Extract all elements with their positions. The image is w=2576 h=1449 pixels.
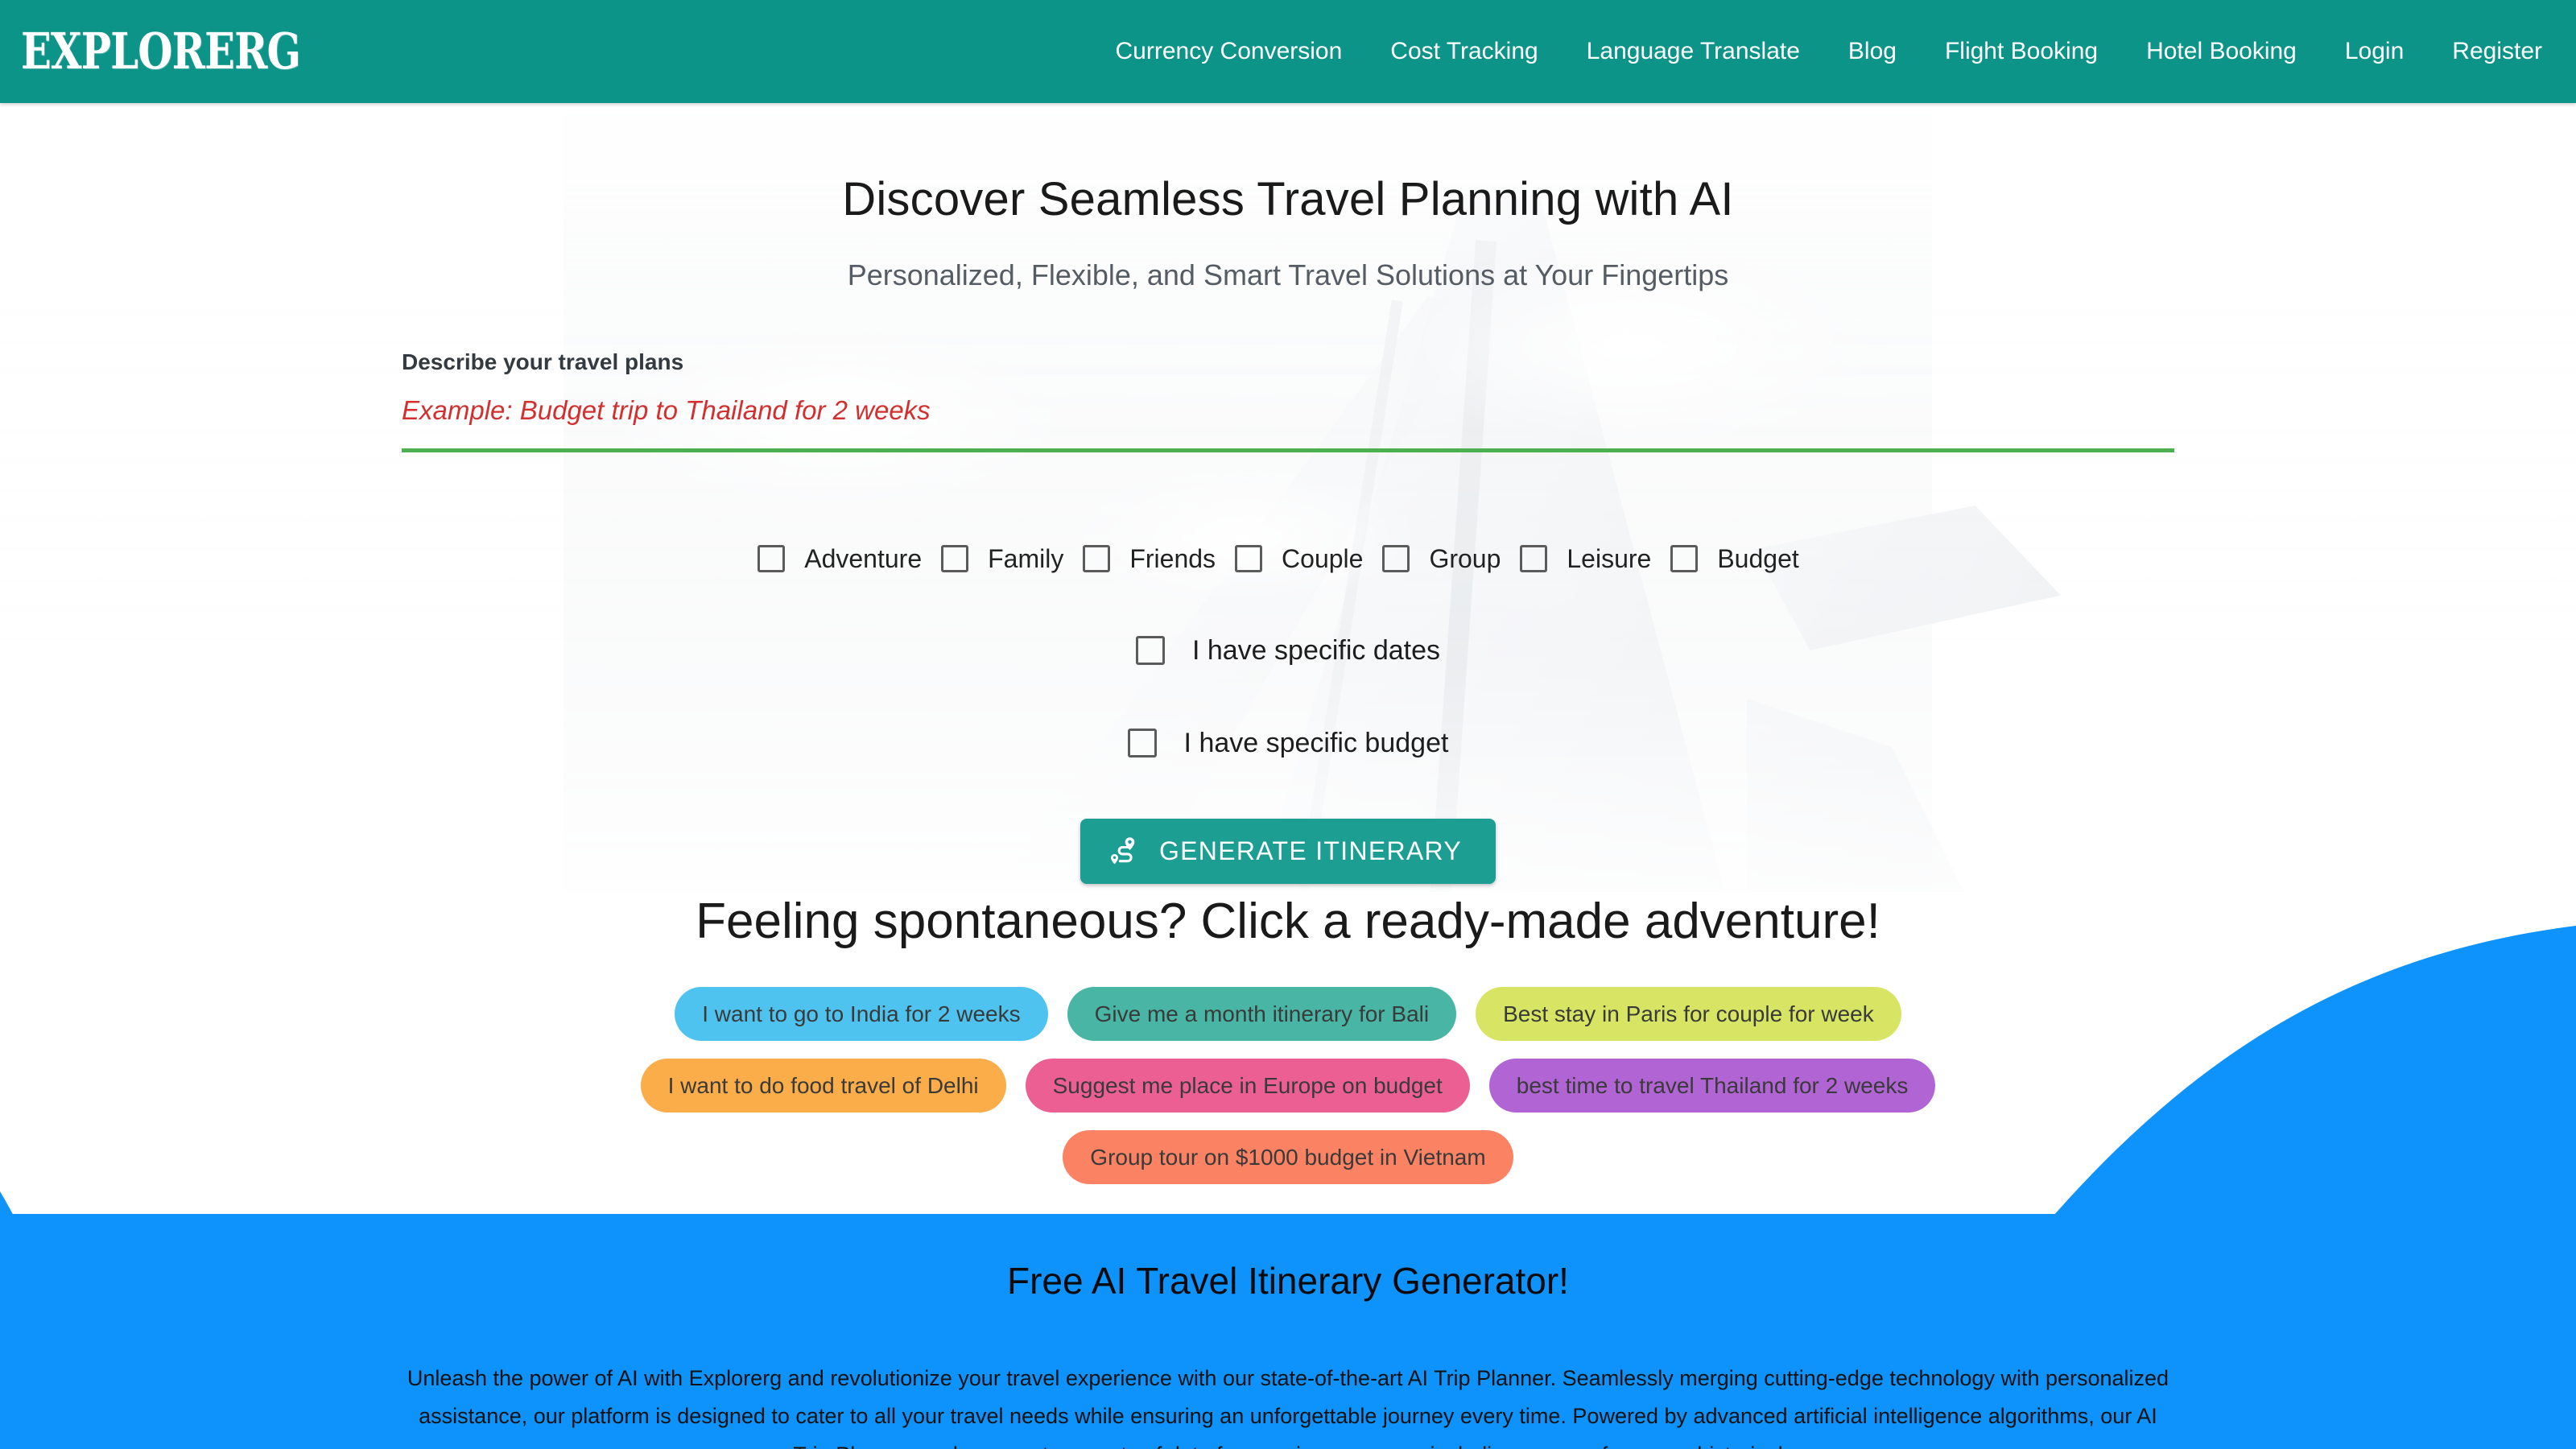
hero-content: Discover Seamless Travel Planning with A… — [0, 103, 2576, 884]
travel-plan-input[interactable] — [402, 391, 2174, 452]
generator-info-paragraph: Unleash the power of AI with Explorerg a… — [407, 1366, 2169, 1449]
suggestion-chip-vietnam[interactable]: Group tour on $1000 budget in Vietnam — [1063, 1130, 1513, 1185]
travel-plan-form: Describe your travel plans Adventure Fam… — [402, 349, 2174, 884]
nav-item-blog[interactable]: Blog — [1848, 39, 1897, 64]
nav-item-flight-booking[interactable]: Flight Booking — [1945, 39, 2098, 64]
checkbox-adventure[interactable] — [758, 545, 786, 573]
nav-item-language-translate[interactable]: Language Translate — [1587, 39, 1800, 64]
checkbox-group[interactable] — [1382, 545, 1410, 573]
trip-type-label: Leisure — [1567, 543, 1652, 573]
trip-type-label: Adventure — [804, 543, 923, 573]
suggestion-chip-thailand[interactable]: best time to travel Thailand for 2 weeks — [1488, 1059, 1936, 1113]
generate-itinerary-button[interactable]: GENERATE ITINERARY — [1080, 818, 1496, 884]
hero-section: Discover Seamless Travel Planning with A… — [0, 103, 2576, 892]
suggestion-chip-list: I want to go to India for 2 weeks Give m… — [507, 987, 2069, 1185]
checkbox-couple[interactable] — [1235, 545, 1263, 573]
checkbox-friends[interactable] — [1083, 545, 1111, 573]
page-subtitle: Personalized, Flexible, and Smart Travel… — [847, 258, 1729, 291]
trip-type-checkbox-row: Adventure Family Friends Couple Group Le… — [402, 544, 2174, 574]
main-nav: Currency Conversion Cost Tracking Langua… — [1116, 39, 2542, 64]
route-pin-icon — [1109, 836, 1141, 865]
nav-item-currency-conversion[interactable]: Currency Conversion — [1116, 39, 1343, 64]
site-header: EXPLORERG Currency Conversion Cost Track… — [0, 0, 2576, 103]
suggestion-chip-india[interactable]: I want to go to India for 2 weeks — [675, 987, 1048, 1042]
spontaneous-section: Feeling spontaneous? Click a ready-made … — [0, 892, 2576, 1185]
trip-type-label: Friends — [1129, 543, 1216, 573]
trip-type-couple[interactable]: Couple — [1235, 544, 1382, 574]
option-specific-dates[interactable]: I have specific dates — [402, 635, 2174, 667]
generator-info-section: Free AI Travel Itinerary Generator! Unle… — [0, 1214, 2576, 1449]
generate-itinerary-label: GENERATE ITINERARY — [1158, 836, 1463, 865]
nav-item-hotel-booking[interactable]: Hotel Booking — [2146, 39, 2297, 64]
option-label: I have specific budget — [1183, 727, 1449, 758]
checkbox-budget[interactable] — [1670, 545, 1699, 573]
trip-type-family[interactable]: Family — [941, 544, 1083, 574]
brand-logo[interactable]: EXPLORERG — [21, 27, 301, 76]
nav-item-register[interactable]: Register — [2452, 39, 2542, 64]
trip-type-label: Budget — [1717, 543, 1799, 573]
page-root: EXPLORERG Currency Conversion Cost Track… — [0, 0, 2576, 1449]
suggestion-chip-paris[interactable]: Best stay in Paris for couple for week — [1476, 987, 1901, 1042]
option-label: I have specific dates — [1191, 634, 1441, 666]
suggestion-chip-europe[interactable]: Suggest me place in Europe on budget — [1025, 1059, 1470, 1113]
trip-type-friends[interactable]: Friends — [1083, 544, 1235, 574]
trip-type-label: Group — [1429, 543, 1501, 573]
page-title: Discover Seamless Travel Planning with A… — [842, 173, 1734, 225]
checkbox-leisure[interactable] — [1520, 545, 1548, 573]
trip-type-group[interactable]: Group — [1382, 544, 1520, 574]
option-specific-budget[interactable]: I have specific budget — [402, 728, 2174, 759]
generator-info-title: Free AI Travel Itinerary Generator! — [1007, 1260, 1569, 1302]
trip-type-label: Couple — [1282, 543, 1364, 573]
checkbox-specific-budget[interactable] — [1127, 729, 1157, 758]
nav-item-cost-tracking[interactable]: Cost Tracking — [1390, 39, 1538, 64]
trip-type-leisure[interactable]: Leisure — [1520, 544, 1670, 574]
suggestion-chip-bali[interactable]: Give me a month itinerary for Bali — [1067, 987, 1457, 1042]
trip-type-label: Family — [988, 543, 1064, 573]
suggestion-chip-delhi[interactable]: I want to do food travel of Delhi — [640, 1059, 1006, 1113]
trip-type-adventure[interactable]: Adventure — [758, 544, 941, 574]
travel-plan-label: Describe your travel plans — [402, 349, 684, 374]
checkbox-family[interactable] — [941, 545, 969, 573]
checkbox-specific-dates[interactable] — [1135, 636, 1165, 666]
nav-item-login[interactable]: Login — [2345, 39, 2404, 64]
generate-button-wrap: GENERATE ITINERARY — [402, 818, 2174, 884]
spontaneous-title: Feeling spontaneous? Click a ready-made … — [696, 894, 1880, 949]
trip-type-budget[interactable]: Budget — [1670, 544, 1818, 574]
